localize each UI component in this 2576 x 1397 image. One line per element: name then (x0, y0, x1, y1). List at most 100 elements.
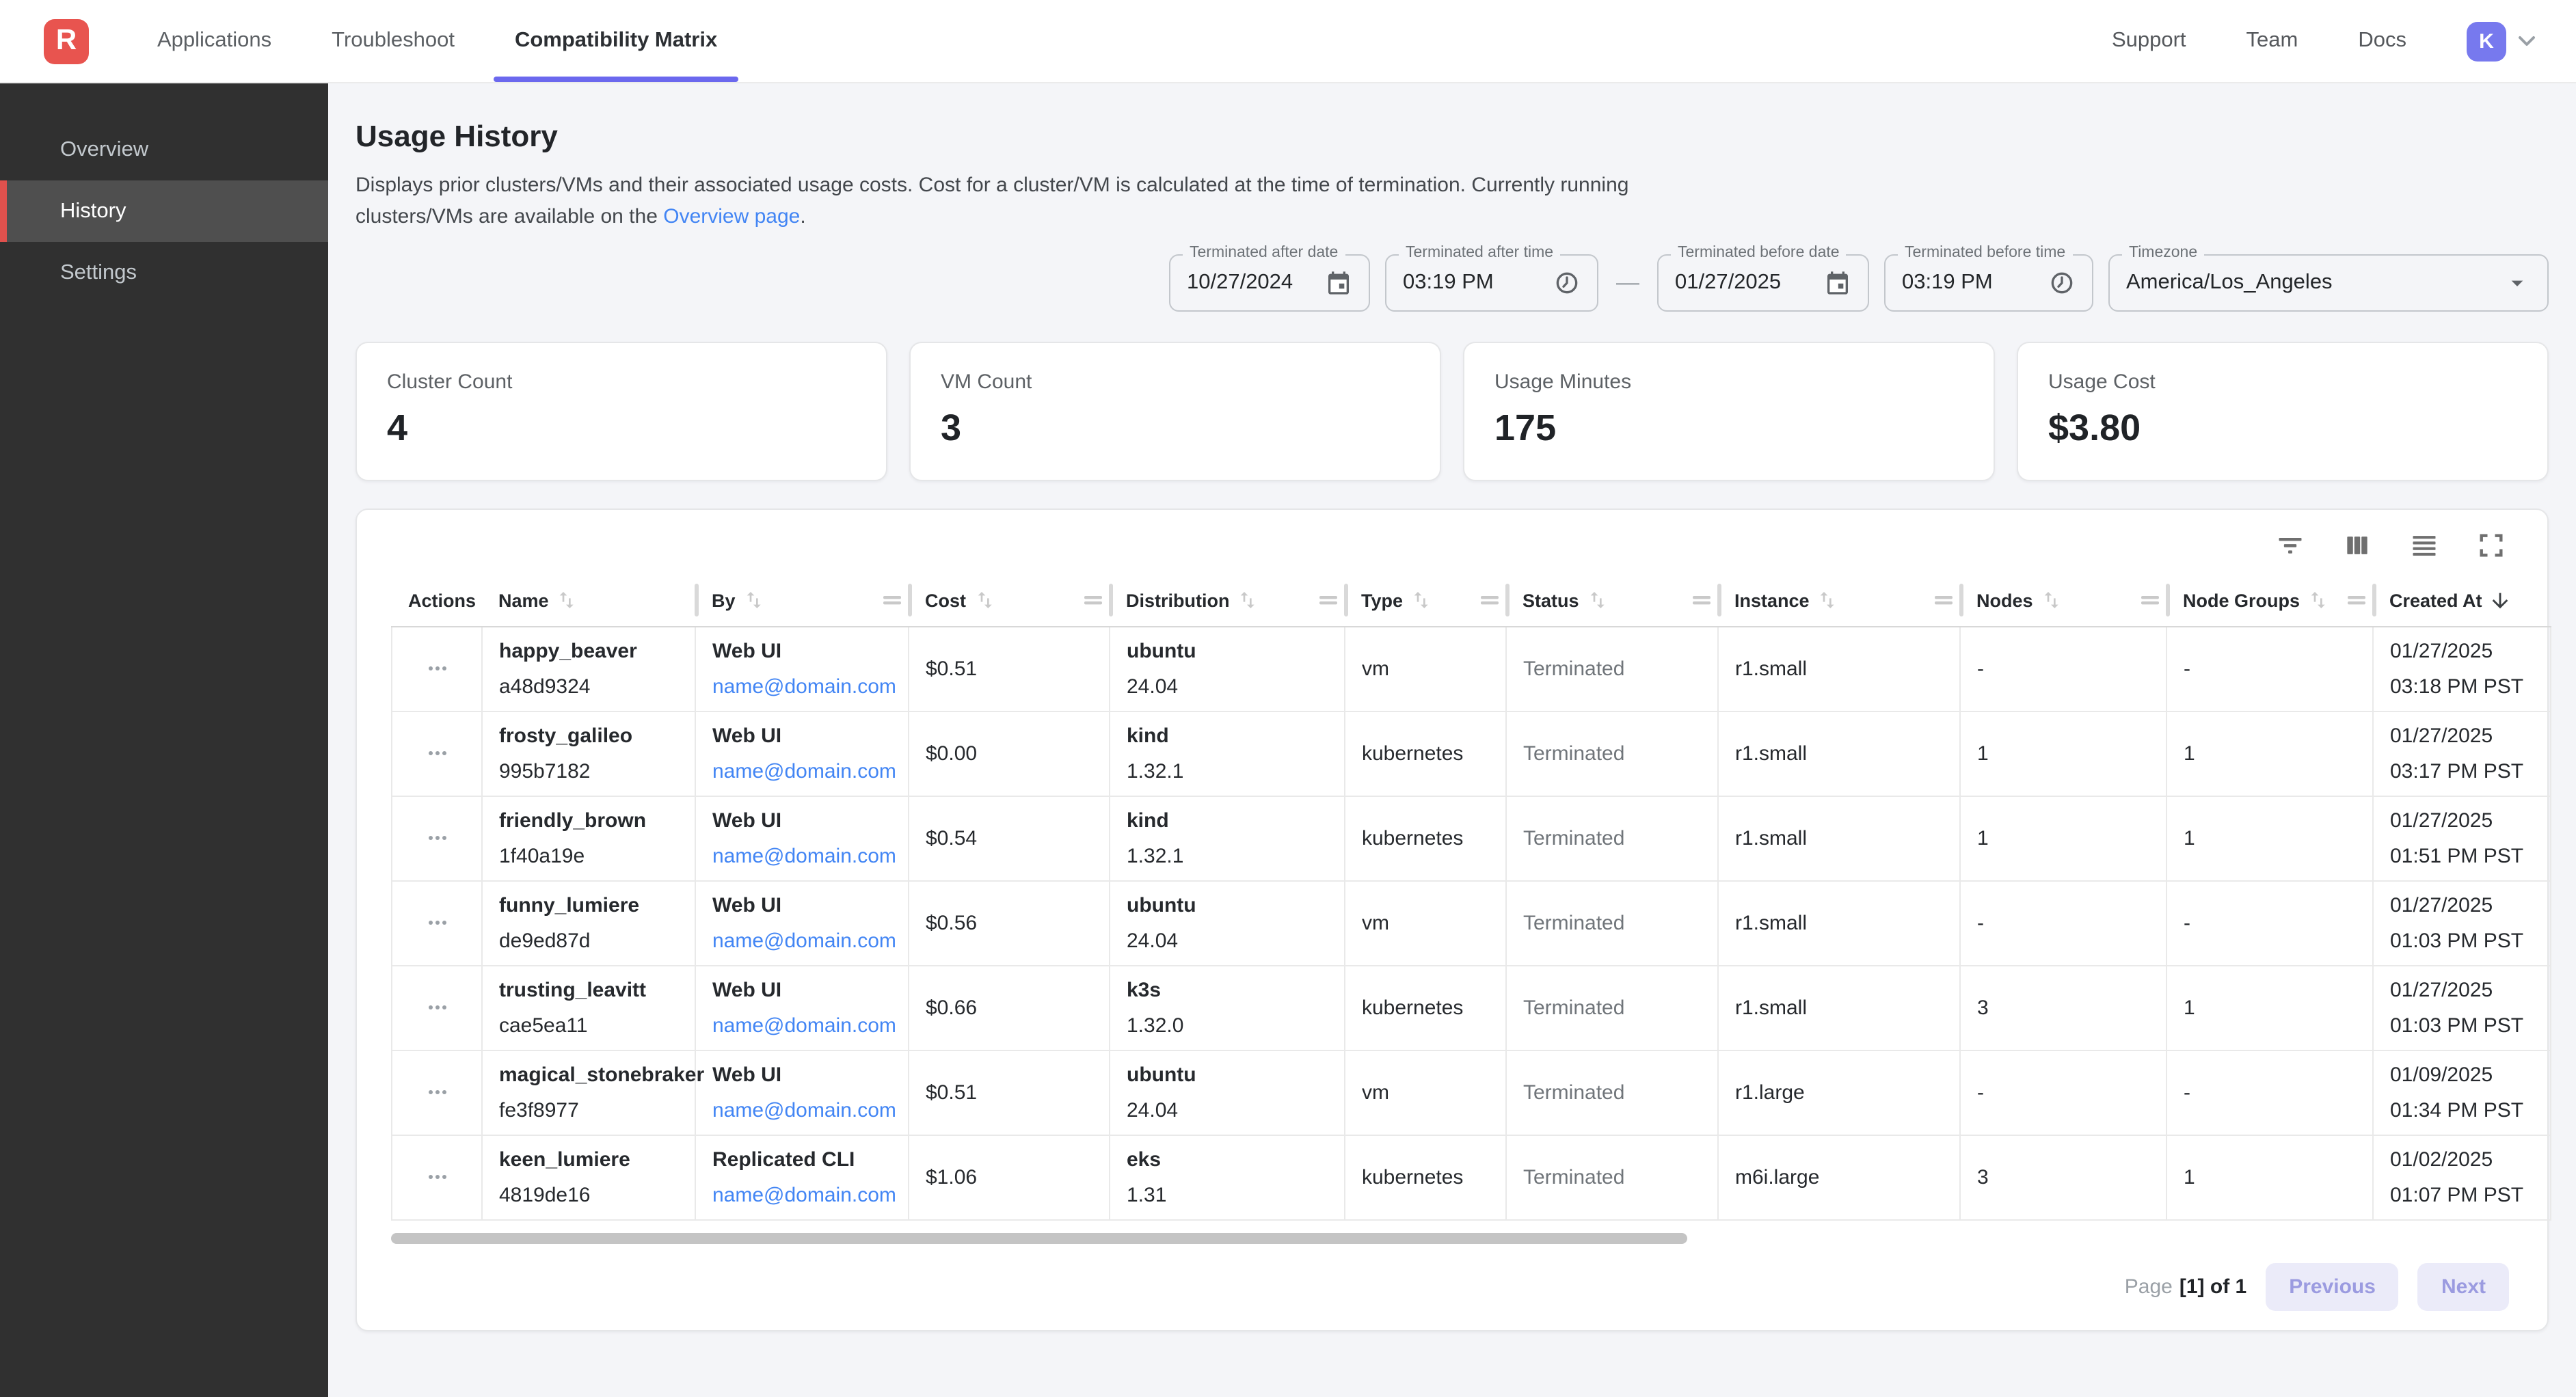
nav-item-troubleshoot[interactable]: Troubleshoot (301, 0, 485, 82)
nodes-cell: - (1960, 881, 2166, 966)
column-header-by[interactable]: By (695, 574, 909, 627)
more-horizontal-icon (423, 908, 451, 936)
sort-icon[interactable] (1586, 589, 1608, 611)
nav-item-compatibility-matrix[interactable]: Compatibility Matrix (485, 0, 747, 82)
clock-icon[interactable] (2048, 269, 2076, 297)
nav-item-applications[interactable]: Applications (127, 0, 301, 82)
sidebar-item-history[interactable]: History (0, 180, 328, 242)
terminated-after-date-input[interactable]: Terminated after date 10/27/2024 (1169, 254, 1370, 312)
email-link[interactable]: name@domain.com (712, 1014, 891, 1037)
stat-card-usage-cost: Usage Cost $3.80 (2017, 342, 2549, 481)
nav-link-support[interactable]: Support (2112, 29, 2186, 53)
cost-cell: $0.00 (909, 711, 1110, 796)
fullscreen-icon[interactable] (2476, 530, 2506, 560)
type-cell: kubernetes (1345, 1135, 1506, 1220)
table-header-row: ActionsNameByCostDistributionTypeStatusI… (392, 574, 2551, 627)
column-drag-grip-icon[interactable] (1691, 589, 1713, 611)
created-by: Web UI (712, 640, 891, 663)
email-link[interactable]: name@domain.com (712, 930, 891, 953)
distribution-name: ubuntu (1127, 894, 1328, 917)
calendar-icon[interactable] (1325, 269, 1352, 297)
column-header-node-groups[interactable]: Node Groups (2166, 574, 2373, 627)
row-actions-button[interactable] (420, 906, 453, 938)
node-groups-cell: 1 (2166, 711, 2373, 796)
dropdown-arrow-icon[interactable] (2504, 269, 2531, 297)
terminated-after-time-input[interactable]: Terminated after time 03:19 PM (1385, 254, 1598, 312)
row-actions-button[interactable] (420, 990, 453, 1023)
column-header-type[interactable]: Type (1345, 574, 1506, 627)
account-menu[interactable]: K (2467, 21, 2540, 61)
table-row: funny_lumierede9ed87dWeb UIname@domain.c… (392, 881, 2551, 966)
page-label: Page (2125, 1275, 2173, 1299)
column-header-nodes[interactable]: Nodes (1960, 574, 2166, 627)
row-actions-button[interactable] (420, 821, 453, 854)
distribution-version: 1.32.1 (1127, 845, 1328, 868)
column-drag-grip-icon[interactable] (1317, 589, 1339, 611)
row-actions-button[interactable] (420, 1075, 453, 1108)
column-drag-grip-icon[interactable] (1082, 589, 1104, 611)
cost-cell: $0.54 (909, 796, 1110, 881)
sidebar-item-settings[interactable]: Settings (0, 242, 328, 303)
status-cell: Terminated (1506, 796, 1718, 881)
timezone-select[interactable]: Timezone America/Los_Angeles (2108, 254, 2549, 312)
stat-card-cluster-count: Cluster Count 4 (355, 342, 887, 481)
columns-icon[interactable] (2342, 530, 2372, 560)
sort-icon[interactable] (2307, 589, 2329, 611)
email-link[interactable]: name@domain.com (712, 675, 891, 698)
distribution-name: ubuntu (1127, 1063, 1328, 1087)
density-icon[interactable] (2409, 530, 2439, 560)
distribution-name: eks (1127, 1148, 1328, 1171)
terminated-before-time-input[interactable]: Terminated before time 03:19 PM (1884, 254, 2093, 312)
sort-icon[interactable] (973, 589, 995, 611)
previous-page-button[interactable]: Previous (2266, 1263, 2399, 1311)
email-link[interactable]: name@domain.com (712, 1184, 891, 1207)
column-header-distribution[interactable]: Distribution (1110, 574, 1345, 627)
column-drag-grip-icon[interactable] (881, 589, 903, 611)
column-header-status[interactable]: Status (1506, 574, 1718, 627)
status-cell: Terminated (1506, 881, 1718, 966)
scrollbar-thumb[interactable] (391, 1233, 1687, 1244)
sort-desc-icon[interactable] (2489, 588, 2512, 612)
sort-icon[interactable] (742, 589, 764, 611)
email-link[interactable]: name@domain.com (712, 760, 891, 783)
terminated-before-date-input[interactable]: Terminated before date 01/27/2025 (1657, 254, 1869, 312)
next-page-button[interactable]: Next (2418, 1263, 2509, 1311)
calendar-icon[interactable] (1824, 269, 1851, 297)
email-link[interactable]: name@domain.com (712, 1099, 891, 1122)
column-drag-grip-icon[interactable] (1933, 589, 1955, 611)
column-drag-grip-icon[interactable] (2346, 589, 2367, 611)
column-header-name[interactable]: Name (482, 574, 695, 627)
date-range-separator: — (1613, 269, 1642, 297)
cost-cell: $0.66 (909, 966, 1110, 1050)
avatar[interactable]: K (2467, 21, 2506, 61)
nav-link-docs[interactable]: Docs (2358, 29, 2406, 53)
distribution-version: 24.04 (1127, 1099, 1328, 1122)
created-by: Web UI (712, 1063, 891, 1087)
replicated-logo[interactable]: R (44, 18, 89, 64)
table-toolbar (357, 510, 2547, 563)
column-drag-grip-icon[interactable] (1479, 589, 1501, 611)
row-actions-button[interactable] (420, 1160, 453, 1193)
sort-icon[interactable] (1410, 589, 1432, 611)
sort-icon[interactable] (556, 589, 578, 611)
sort-icon[interactable] (1237, 589, 1259, 611)
cost-cell: $0.51 (909, 1050, 1110, 1135)
created-time: 01:34 PM PST (2390, 1099, 2534, 1122)
more-horizontal-icon (423, 824, 451, 851)
filter-icon[interactable] (2275, 530, 2305, 560)
row-actions-button[interactable] (420, 651, 453, 684)
sort-icon[interactable] (1816, 589, 1838, 611)
sort-icon[interactable] (2040, 589, 2062, 611)
column-header-cost[interactable]: Cost (909, 574, 1110, 627)
column-header-instance[interactable]: Instance (1718, 574, 1960, 627)
column-drag-grip-icon[interactable] (2139, 589, 2161, 611)
column-header-actions: Actions (392, 574, 482, 627)
overview-page-link[interactable]: Overview page (663, 204, 800, 228)
email-link[interactable]: name@domain.com (712, 845, 891, 868)
clock-icon[interactable] (1553, 269, 1581, 297)
row-actions-button[interactable] (420, 736, 453, 769)
sidebar-item-overview[interactable]: Overview (0, 119, 328, 180)
column-header-created-at[interactable]: Created At (2373, 574, 2551, 627)
nav-link-team[interactable]: Team (2246, 29, 2298, 53)
cluster-name: friendly_brown (499, 809, 678, 832)
